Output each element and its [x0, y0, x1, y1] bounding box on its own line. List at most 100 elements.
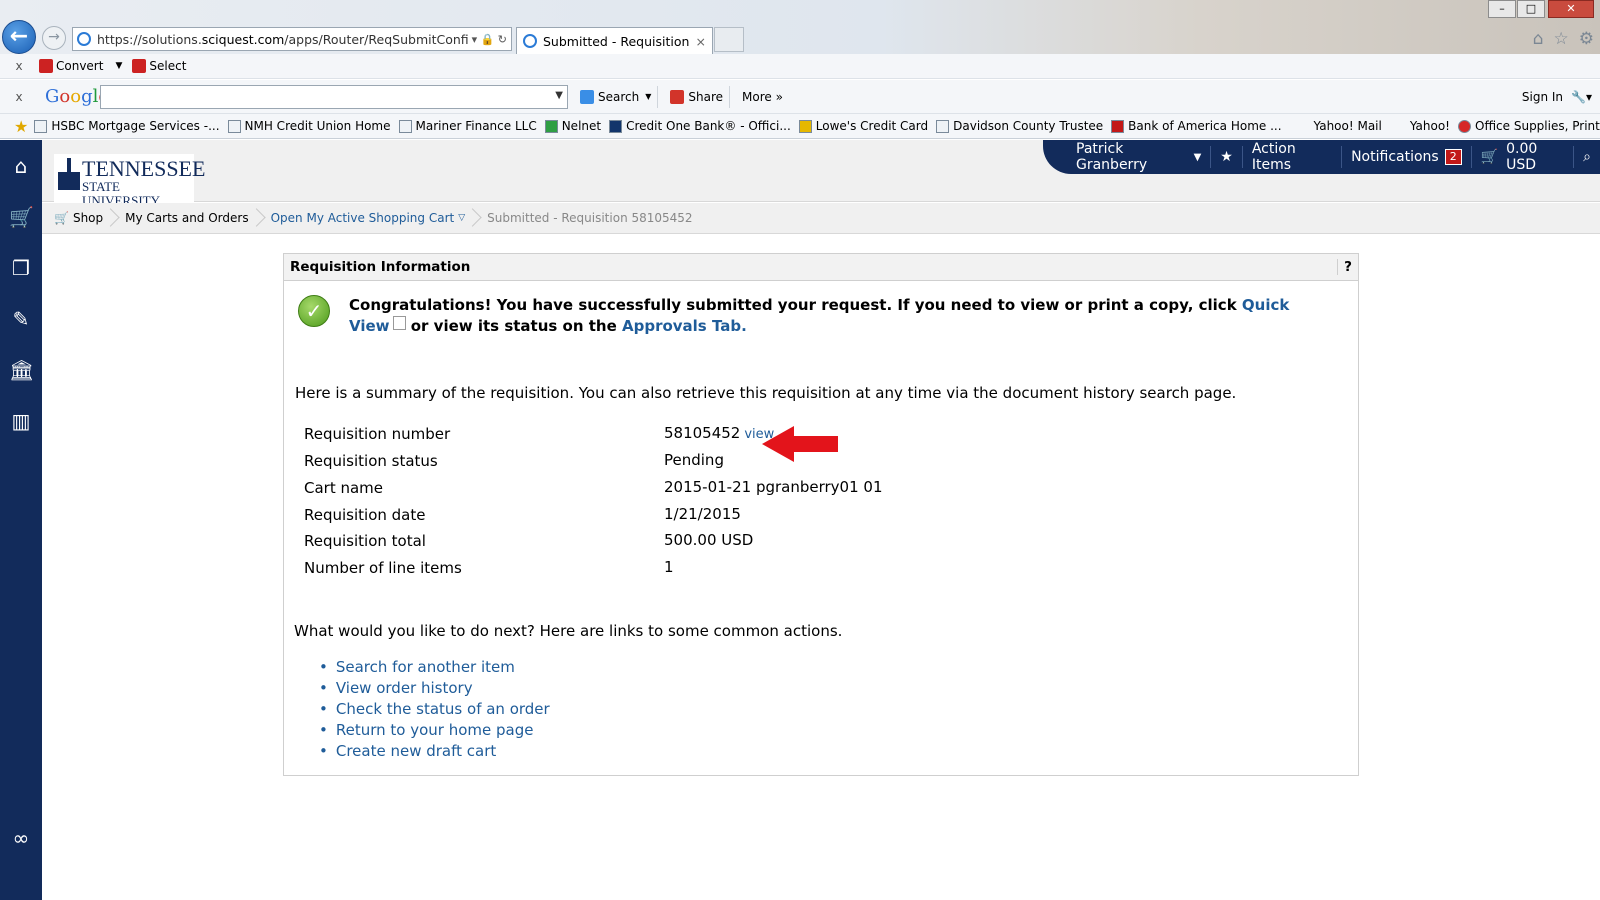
- address-bar[interactable]: https://solutions.sciquest.com/apps/Rout…: [72, 27, 512, 51]
- list-item: View order history: [319, 678, 550, 699]
- select-button[interactable]: Select: [132, 59, 186, 73]
- list-item: Create new draft cart: [319, 741, 550, 762]
- favorite-item[interactable]: HSBC Mortgage Services -...: [34, 119, 220, 133]
- chevron-down-icon: ▽: [458, 213, 466, 223]
- caret-down-icon: ▼: [1193, 151, 1202, 163]
- search-another-item-link[interactable]: Search for another item: [336, 658, 515, 676]
- cart-total: 0.00 USD: [1506, 141, 1538, 173]
- user-menu[interactable]: Patrick Granberry ▼: [1067, 141, 1212, 173]
- forward-button[interactable]: →: [42, 26, 66, 50]
- page-icon: [609, 119, 623, 133]
- back-button[interactable]: ←: [2, 20, 36, 54]
- search-dropdown-icon[interactable]: ▼: [555, 90, 563, 101]
- pdf-icon: [39, 59, 53, 73]
- university-logo[interactable]: TENNESSEE STATE UNIVERSITY: [54, 154, 205, 208]
- return-home-link[interactable]: Return to your home page: [336, 721, 534, 739]
- bank-building-icon[interactable]: 🏛: [9, 358, 34, 382]
- breadcrumb-shop[interactable]: 🛒 Shop: [42, 203, 113, 234]
- google-more-button[interactable]: More »: [736, 86, 789, 108]
- favorites-bar: ★ HSBC Mortgage Services -... NMH Credit…: [0, 114, 1600, 139]
- favorite-item[interactable]: Office Supplies, Printer In...: [1458, 119, 1600, 133]
- page-icon: [1458, 119, 1471, 133]
- favorites-star-icon[interactable]: ☆: [1554, 29, 1569, 49]
- convert-button[interactable]: Convert ▼: [39, 59, 122, 73]
- star-icon: ★: [1220, 149, 1233, 165]
- maximize-button[interactable]: □: [1517, 0, 1545, 18]
- shopping-cart-icon[interactable]: 🛒: [9, 205, 34, 229]
- requisition-info-panel: Requisition Information ? ✓ Congratulati…: [283, 253, 1359, 776]
- field-value: 1/21/2015: [664, 505, 741, 523]
- view-order-history-link[interactable]: View order history: [336, 679, 473, 697]
- favorite-item[interactable]: Credit One Bank® - Offici...: [609, 119, 791, 133]
- google-search-input[interactable]: ▼: [100, 84, 568, 109]
- favorite-item[interactable]: Yahoo!: [1410, 119, 1450, 133]
- close-window-button[interactable]: ✕: [1548, 0, 1594, 18]
- list-item: Return to your home page: [319, 720, 550, 741]
- breadcrumb-carts[interactable]: My Carts and Orders: [113, 203, 258, 234]
- browser-tab[interactable]: Submitted - Requisition 581... ×: [516, 27, 713, 54]
- logo-line1: TENNESSEE: [82, 156, 206, 181]
- breadcrumb-current: Submitted - Requisition 58105452: [487, 211, 693, 225]
- favorite-item[interactable]: Yahoo! Mail: [1314, 119, 1382, 133]
- command-bar: x Convert ▼ Select: [0, 54, 1600, 79]
- sign-in-link[interactable]: Sign In: [1522, 90, 1563, 104]
- edit-form-icon[interactable]: ✎: [9, 307, 33, 331]
- favorite-item[interactable]: NMH Credit Union Home: [227, 119, 391, 133]
- create-draft-cart-link[interactable]: Create new draft cart: [336, 742, 496, 760]
- google-toolbar-close-icon[interactable]: x: [9, 90, 29, 104]
- google-share-button[interactable]: Share: [664, 85, 731, 108]
- action-items-link[interactable]: Action Items: [1243, 141, 1343, 173]
- bar-chart-icon[interactable]: ▥: [9, 409, 33, 433]
- favorite-item[interactable]: Bank of America Home ...: [1111, 119, 1282, 133]
- page-icon: [544, 119, 558, 133]
- add-favorite-star-icon[interactable]: ★: [14, 117, 28, 136]
- user-name: Patrick Granberry: [1076, 141, 1148, 173]
- favorite-item[interactable]: Lowe's Credit Card: [798, 119, 928, 133]
- check-order-status-link[interactable]: Check the status of an order: [336, 700, 550, 718]
- cart-icon: 🛒: [1480, 149, 1499, 165]
- help-button[interactable]: ?: [1337, 259, 1352, 275]
- wrench-icon[interactable]: 🔧▾: [1571, 90, 1592, 104]
- common-actions-list: Search for another item View order histo…: [319, 657, 550, 762]
- address-controls[interactable]: ▾ 🔒 ↻: [472, 33, 507, 46]
- field-label: Number of line items: [304, 559, 462, 577]
- search-icon: ⌕: [1583, 149, 1591, 165]
- success-check-icon: ✓: [298, 295, 330, 327]
- favorites-button[interactable]: ★: [1211, 146, 1243, 168]
- url-text[interactable]: https://solutions.sciquest.com/apps/Rout…: [97, 32, 468, 47]
- quick-view-icon[interactable]: [392, 316, 406, 330]
- success-message: Congratulations! You have successfully s…: [349, 296, 1290, 335]
- field-label: Requisition number: [304, 425, 451, 443]
- home-icon[interactable]: ⌂: [9, 154, 33, 178]
- google-search-label: Search: [598, 89, 640, 104]
- ie-tab-icon: [523, 34, 537, 48]
- page-icon: [34, 119, 48, 133]
- minimize-button[interactable]: –: [1488, 0, 1516, 18]
- favorite-item[interactable]: Davidson County Trustee: [936, 119, 1103, 133]
- notifications-label: Notifications: [1351, 149, 1439, 165]
- approvals-tab-link[interactable]: Approvals Tab.: [622, 317, 747, 335]
- tab-title: Submitted - Requisition 581...: [543, 33, 690, 49]
- ie-page-icon: [77, 32, 91, 46]
- documents-icon[interactable]: ❐: [9, 256, 33, 280]
- page-icon: [936, 119, 950, 133]
- settings-gear-icon[interactable]: ⚙: [1579, 29, 1594, 49]
- new-tab-button[interactable]: [714, 27, 744, 52]
- cart-total-link[interactable]: 🛒 0.00 USD: [1472, 141, 1575, 173]
- browser-titlebar: ← → https://solutions.sciquest.com/apps/…: [0, 0, 1600, 54]
- breadcrumb: 🛒 Shop My Carts and Orders Open My Active…: [42, 203, 1600, 234]
- search-button[interactable]: ⌕: [1574, 146, 1600, 168]
- binoculars-icon[interactable]: ∞: [9, 826, 33, 850]
- list-item: Search for another item: [319, 657, 550, 678]
- command-bar-close-icon[interactable]: x: [9, 59, 29, 73]
- breadcrumb-active-cart[interactable]: Open My Active Shopping Cart ▽: [259, 203, 476, 234]
- home-icon[interactable]: ⌂: [1533, 29, 1544, 49]
- convert-dropdown-icon[interactable]: ▼: [115, 61, 122, 71]
- convert-label: Convert: [56, 59, 104, 73]
- google-search-button[interactable]: Search ▼: [574, 85, 659, 108]
- favorite-item[interactable]: Mariner Finance LLC: [398, 119, 537, 133]
- tab-close-icon[interactable]: ×: [696, 34, 706, 49]
- favorite-item[interactable]: Nelnet: [544, 119, 601, 133]
- notifications-link[interactable]: Notifications 2: [1342, 146, 1472, 168]
- google-search-icon: [580, 89, 594, 104]
